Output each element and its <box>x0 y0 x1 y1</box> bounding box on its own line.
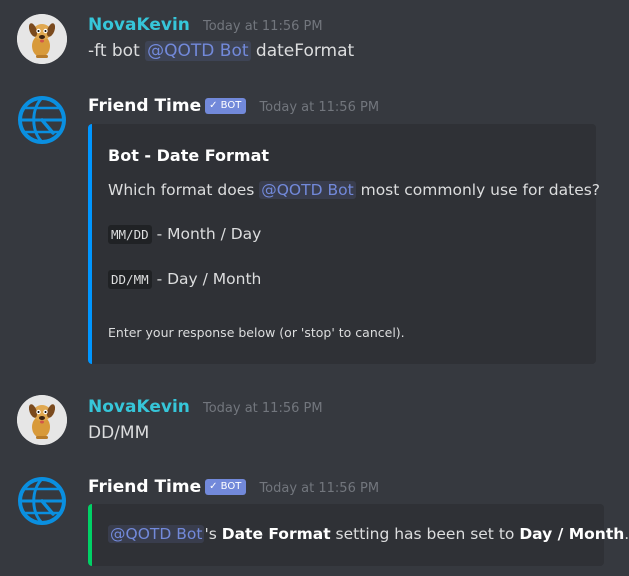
setting-value: Day / Month <box>519 525 625 543</box>
username[interactable]: Friend Time <box>88 477 201 497</box>
username[interactable]: NovaKevin <box>88 397 190 417</box>
message-content: -ft bot @QOTD Bot dateFormat <box>88 41 354 61</box>
embed-text: Which format does <box>108 181 260 199</box>
bot-avatar[interactable] <box>17 476 67 526</box>
timestamp: Today at 11:56 PM <box>259 100 380 115</box>
embed-text: . <box>624 525 629 543</box>
embed-option: MM/DD - Month / Day <box>108 225 262 244</box>
embed-footer: Enter your response below (or 'stop' to … <box>108 325 405 340</box>
mention[interactable]: @QOTD Bot <box>145 41 251 61</box>
timestamp: Today at 11:56 PM <box>202 401 323 416</box>
embed: Bot - Date Format Which format does @QOT… <box>88 124 600 364</box>
embed-description: @QOTD Bot's Date Format setting has been… <box>108 525 629 543</box>
embed-option: DD/MM - Day / Month <box>108 270 262 289</box>
globe-avatar-icon <box>18 96 66 144</box>
embed-text: most commonly use for dates? <box>355 181 601 199</box>
bot-badge: ✓ BOT <box>205 479 247 495</box>
embed-text: setting has been set to <box>330 525 520 543</box>
mention[interactable]: @QOTD Bot <box>108 525 205 543</box>
message-text: -ft bot <box>88 41 146 61</box>
username[interactable]: Friend Time <box>88 96 201 116</box>
message-text: dateFormat <box>250 41 355 61</box>
dog-avatar-icon <box>17 14 67 64</box>
setting-name: Date Format <box>221 525 331 543</box>
user-avatar[interactable] <box>17 14 67 64</box>
embed-accent-bar <box>88 124 92 364</box>
timestamp: Today at 11:56 PM <box>202 19 323 34</box>
user-avatar[interactable] <box>17 395 67 445</box>
inline-code: MM/DD <box>108 225 152 244</box>
embed-accent-bar <box>88 504 92 566</box>
bot-avatar[interactable] <box>17 95 67 145</box>
embed-question: Which format does @QOTD Bot most commonl… <box>108 181 600 199</box>
message-text: DD/MM <box>88 423 150 443</box>
username[interactable]: NovaKevin <box>88 15 190 35</box>
bot-badge: ✓ BOT <box>205 98 247 114</box>
timestamp: Today at 11:56 PM <box>259 481 380 496</box>
embed-title: Bot - Date Format <box>108 146 270 165</box>
embed-text: - Day / Month <box>151 270 262 288</box>
globe-avatar-icon <box>18 477 66 525</box>
embed-text: - Month / Day <box>151 225 262 243</box>
embed-text: 's <box>204 525 222 543</box>
dog-avatar-icon <box>17 395 67 445</box>
mention[interactable]: @QOTD Bot <box>259 181 356 199</box>
embed: @QOTD Bot's Date Format setting has been… <box>88 504 629 566</box>
inline-code: DD/MM <box>108 270 152 289</box>
